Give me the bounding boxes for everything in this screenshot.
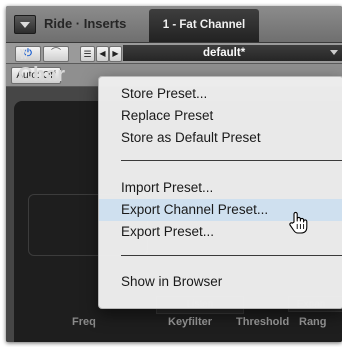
- threshold-label: Threshold: [236, 316, 290, 328]
- plugin-title: Char: [18, 64, 66, 86]
- window-menu-button[interactable]: [14, 15, 36, 34]
- chevron-left-icon: ◀: [99, 49, 106, 58]
- range-label: Rang: [299, 316, 327, 328]
- hand-cursor-icon: [289, 211, 308, 234]
- menu-item-store-default[interactable]: Store as Default Preset: [99, 127, 342, 149]
- preset-menu-button[interactable]: ☰: [80, 46, 95, 62]
- menu-item-show-in-browser[interactable]: Show in Browser: [99, 271, 342, 293]
- menu-separator: [121, 160, 342, 161]
- freq-label: Freq: [72, 316, 96, 328]
- menu-item-import-preset[interactable]: Import Preset...: [99, 177, 342, 199]
- next-preset-button[interactable]: ▶: [109, 46, 122, 62]
- window-title: Ride · Inserts: [44, 16, 127, 31]
- plugin-window: Ride · Inserts 1 - Fat Channel ⏻ ⌒ ☰ ◀ ▶…: [6, 6, 342, 342]
- previous-preset-button[interactable]: ◀: [96, 46, 109, 62]
- preset-toolbar: ⏻ ⌒ ☰ ◀ ▶ default*: [6, 43, 342, 63]
- menu-item-store-preset[interactable]: Store Preset...: [99, 83, 342, 105]
- title-bar: Ride · Inserts 1 - Fat Channel: [6, 6, 342, 43]
- menu-separator: [121, 255, 342, 256]
- keyfilter-label: Keyfilter: [168, 316, 213, 328]
- menu-item-replace-preset[interactable]: Replace Preset: [99, 105, 342, 127]
- preset-menu: Store Preset... Replace Preset Store as …: [98, 76, 342, 309]
- compare-icon: ⌒: [51, 48, 61, 59]
- chevron-down-icon: [330, 50, 338, 55]
- preset-name: default*: [203, 47, 246, 59]
- insert-tab[interactable]: 1 - Fat Channel: [149, 9, 259, 42]
- preset-selector[interactable]: default*: [123, 45, 342, 61]
- presonus-logo: ʬ: [20, 46, 27, 62]
- chevron-right-icon: ▶: [112, 49, 119, 58]
- compare-button[interactable]: ⌒: [43, 46, 69, 62]
- list-icon: ☰: [83, 49, 92, 59]
